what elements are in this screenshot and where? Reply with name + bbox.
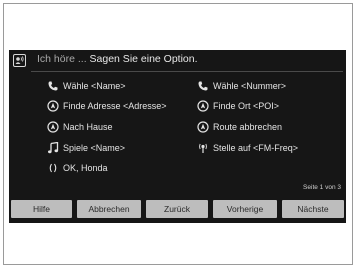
header-divider [31,71,343,72]
phone-icon [48,81,58,91]
navigation-icon [47,100,59,112]
music-note-icon [48,142,59,154]
phone-icon [198,81,208,91]
honda-assistant-icon [49,163,57,173]
command-label: Spiele <Name> [63,143,126,153]
prompt-hint: Ich höre ... [37,53,90,65]
command-label: Wähle <Name> [63,81,126,91]
voice-prompt-header: Ich höre ... Sagen Sie eine Option. [9,50,346,72]
help-button[interactable]: Hilfe [11,200,72,218]
button-bar: Hilfe Abbrechen Zurück Vorherige Nächste [9,200,346,219]
navigation-icon [47,121,59,133]
prompt-main: Sagen Sie eine Option. [89,53,198,65]
previous-button[interactable]: Vorherige [213,200,277,218]
cancel-button[interactable]: Abbrechen [77,200,141,218]
command-label: Stelle auf <FM-Freq> [213,143,299,153]
command-label: Finde Ort <POI> [213,101,280,111]
page-indicator: Seite 1 von 3 [303,184,341,191]
navigation-icon [197,100,209,112]
next-button[interactable]: Nächste [282,200,344,218]
command-label: Finde Adresse <Adresse> [63,101,167,111]
voice-command-screen: Ich höre ... Sagen Sie eine Option. Wähl… [9,50,346,223]
voice-recognition-icon [13,54,26,67]
voice-prompt: Ich höre ... Sagen Sie eine Option. [37,53,198,65]
command-label: Route abbrechen [213,122,283,132]
navigation-icon [197,121,209,133]
command-label: OK, Honda [63,163,108,173]
command-label: Nach Hause [63,122,113,132]
command-label: Wähle <Nummer> [213,81,287,91]
radio-icon [199,143,207,153]
back-button[interactable]: Zurück [146,200,208,218]
